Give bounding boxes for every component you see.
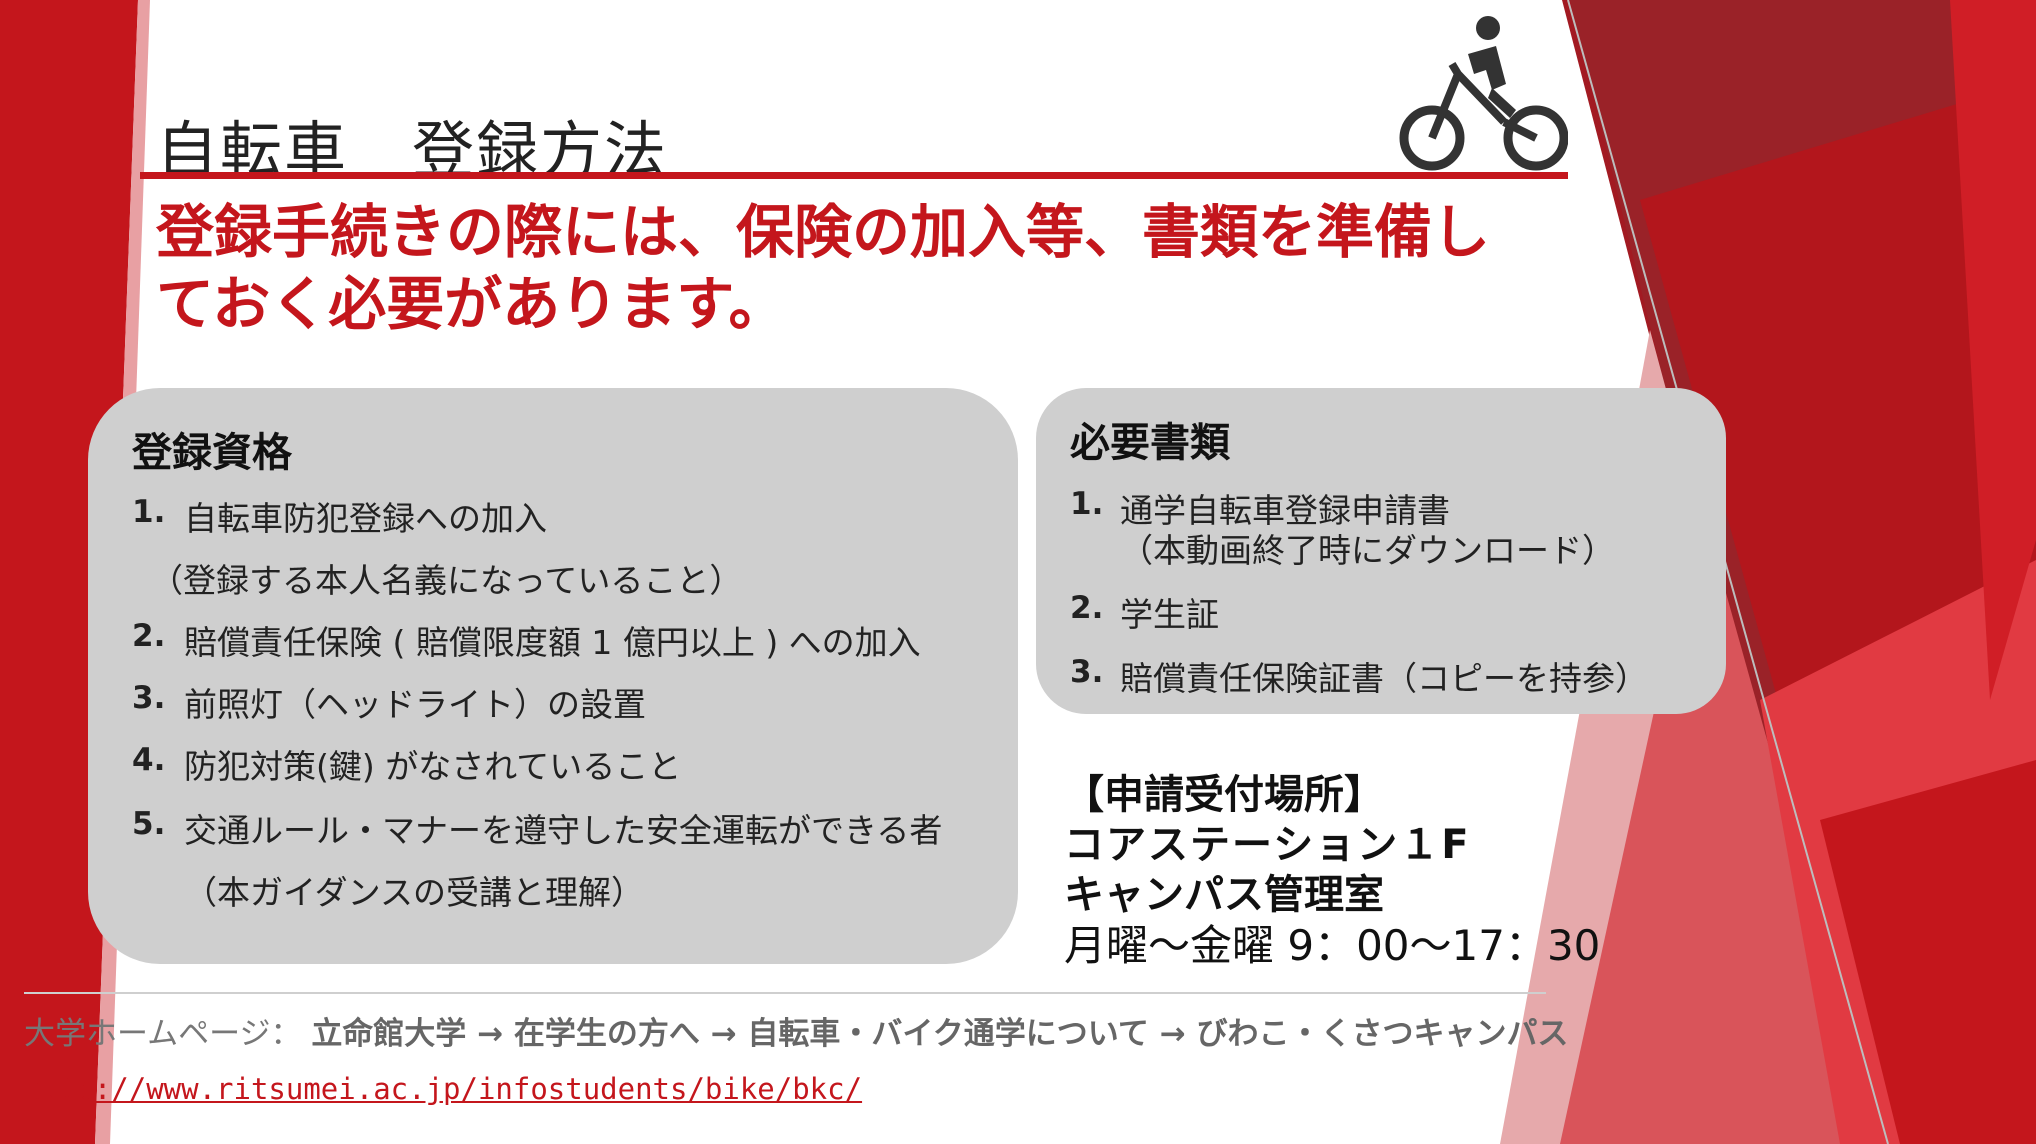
bicycle-rider-icon — [1399, 16, 1568, 171]
office-hours: 月曜～金曜 9：00～17：30 — [1064, 921, 1601, 970]
eligibility-item-4: 防犯対策(鍵) がなされていること — [184, 747, 682, 786]
eligibility-item-3-number: 3. — [132, 680, 166, 716]
eligibility-item-5: 交通ルール・マナーを遵守した安全運転ができる者 — [184, 811, 943, 850]
eligibility-item-1: 自転車防犯登録への加入 — [184, 499, 547, 538]
eligibility-item-2-number: 2. — [132, 618, 166, 654]
documents-item-1-number: 1. — [1070, 486, 1104, 522]
documents-item-3: 賠償責任保険証書（コピーを持参） — [1120, 659, 1648, 698]
eligibility-item-1-number: 1. — [132, 494, 166, 530]
footer-breadcrumb: 大学ホームページ： 立命館大学 → 在学生の方へ → 自転車・バイク通学について… — [24, 1008, 1568, 1053]
headline-notice: 登録手続きの際には、保険の加入等、書類を準備し ておく必要があります。 — [156, 196, 1556, 340]
eligibility-item-3: 前照灯（ヘッドライト）の設置 — [184, 685, 646, 724]
eligibility-item-5-number: 5. — [132, 806, 166, 842]
documents-item-2: 学生証 — [1120, 595, 1219, 634]
footer-divider — [24, 992, 1546, 994]
eligibility-item-5-note: （本ガイダンスの受講と理解） — [184, 873, 645, 912]
eligibility-item-4-number: 4. — [132, 742, 166, 778]
headline-line-1: 登録手続きの際には、保険の加入等、書類を準備し — [156, 198, 1491, 266]
documents-item-2-number: 2. — [1070, 590, 1104, 626]
documents-item-3-number: 3. — [1070, 654, 1104, 690]
eligibility-heading: 登録資格 — [132, 430, 292, 476]
footer-breadcrumb-path: 立命館大学 → 在学生の方へ → 自転車・バイク通学について → びわこ・くさつ… — [311, 1016, 1569, 1052]
documents-item-1-note: （本動画終了時にダウンロード） — [1120, 531, 1615, 570]
eligibility-item-1-note: （登録する本人名義になっていること） — [150, 561, 743, 600]
footer-breadcrumb-label: 大学ホームページ： — [24, 1016, 302, 1052]
headline-line-2: ておく必要があります。 — [156, 270, 787, 338]
documents-heading: 必要書類 — [1070, 420, 1230, 466]
footer-url-link[interactable]: http://www.ritsumei.ac.jp/infostudents/b… — [24, 1072, 862, 1106]
title-underline — [140, 172, 1568, 179]
eligibility-item-2: 賠償責任保険 ( 賠償限度額 1 億円以上 ) への加入 — [184, 623, 921, 662]
